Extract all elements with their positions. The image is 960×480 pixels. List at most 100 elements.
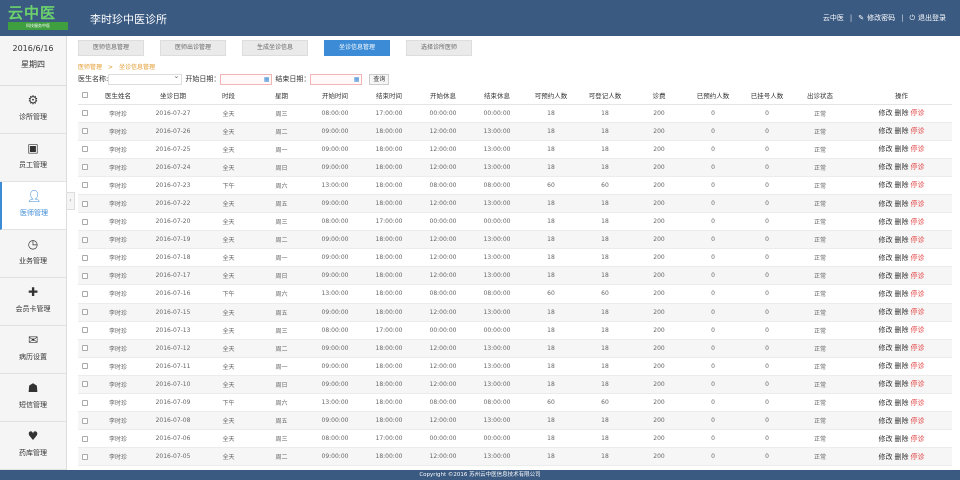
stop-session-link[interactable]: 停诊 <box>911 399 925 407</box>
edit-link[interactable]: 修改 <box>879 109 893 117</box>
stop-session-link[interactable]: 停诊 <box>911 254 925 262</box>
row-checkbox[interactable] <box>82 164 88 171</box>
delete-link[interactable]: 删除 <box>895 308 909 316</box>
stop-session-link[interactable]: 停诊 <box>911 181 925 189</box>
stop-session-link[interactable]: 停诊 <box>911 290 925 298</box>
end-date-input[interactable]: ▦ <box>310 73 363 85</box>
delete-link[interactable]: 删除 <box>895 344 909 352</box>
start-date-input[interactable]: ▦ <box>220 73 273 85</box>
change-password-link[interactable]: 修改密码 <box>867 13 895 23</box>
row-checkbox[interactable] <box>82 453 88 460</box>
edit-link[interactable]: 修改 <box>879 218 893 226</box>
query-button[interactable]: 查询 <box>369 73 390 85</box>
row-checkbox[interactable] <box>82 146 88 153</box>
row-checkbox[interactable] <box>82 272 88 279</box>
row-checkbox[interactable] <box>82 435 88 442</box>
edit-link[interactable]: 修改 <box>879 399 893 407</box>
stop-session-link[interactable]: 停诊 <box>911 109 925 117</box>
sidebar-item-doctors[interactable]: 👤︎ 医师管理 <box>0 182 66 230</box>
delete-link[interactable]: 删除 <box>895 109 909 117</box>
tab-generate-sessions[interactable]: 生成坐诊信息 <box>242 40 308 56</box>
tab-select-doctor[interactable]: 选择诊所医师 <box>406 40 472 56</box>
select-all-checkbox[interactable] <box>78 87 92 105</box>
delete-link[interactable]: 删除 <box>895 290 909 298</box>
delete-link[interactable]: 删除 <box>895 218 909 226</box>
tab-doctor-schedule[interactable]: 医师出诊管理 <box>160 40 226 56</box>
breadcrumb-parent[interactable]: 医师管理 <box>78 64 102 71</box>
stop-session-link[interactable]: 停诊 <box>911 236 925 244</box>
edit-link[interactable]: 修改 <box>879 326 893 334</box>
stop-session-link[interactable]: 停诊 <box>911 200 925 208</box>
stop-session-link[interactable]: 停诊 <box>911 417 925 425</box>
row-checkbox[interactable] <box>82 345 88 352</box>
delete-link[interactable]: 删除 <box>895 254 909 262</box>
user-name[interactable]: 云中医 <box>823 13 844 23</box>
edit-link[interactable]: 修改 <box>879 236 893 244</box>
delete-link[interactable]: 删除 <box>895 380 909 388</box>
delete-link[interactable]: 删除 <box>895 181 909 189</box>
stop-session-link[interactable]: 停诊 <box>911 435 925 443</box>
stop-session-link[interactable]: 停诊 <box>911 380 925 388</box>
collapse-sidebar-button[interactable]: ‹ <box>67 192 75 210</box>
row-checkbox[interactable] <box>82 363 88 370</box>
row-checkbox[interactable] <box>82 200 88 207</box>
row-checkbox[interactable] <box>82 290 88 297</box>
edit-link[interactable]: 修改 <box>879 163 893 171</box>
row-checkbox[interactable] <box>82 236 88 243</box>
delete-link[interactable]: 删除 <box>895 453 909 461</box>
edit-link[interactable]: 修改 <box>879 435 893 443</box>
delete-link[interactable]: 删除 <box>895 200 909 208</box>
edit-link[interactable]: 修改 <box>879 200 893 208</box>
stop-session-link[interactable]: 停诊 <box>911 453 925 461</box>
logout-link[interactable]: 退出登录 <box>918 13 946 23</box>
delete-link[interactable]: 删除 <box>895 236 909 244</box>
delete-link[interactable]: 删除 <box>895 362 909 370</box>
stop-session-link[interactable]: 停诊 <box>911 218 925 226</box>
sidebar-item-business[interactable]: ◷ 业务管理 <box>0 230 66 278</box>
sidebar-item-staff[interactable]: ▣ 员工管理 <box>0 134 66 182</box>
edit-link[interactable]: 修改 <box>879 417 893 425</box>
row-checkbox[interactable] <box>82 309 88 316</box>
stop-session-link[interactable]: 停诊 <box>911 272 925 280</box>
edit-link[interactable]: 修改 <box>879 181 893 189</box>
row-checkbox[interactable] <box>82 381 88 388</box>
row-checkbox[interactable] <box>82 128 88 135</box>
sidebar-item-records[interactable]: ✉ 病历设置 <box>0 326 66 374</box>
sidebar-item-pharmacy[interactable]: ♥ 药库管理 <box>0 422 66 470</box>
row-checkbox[interactable] <box>82 182 88 189</box>
edit-link[interactable]: 修改 <box>879 127 893 135</box>
sidebar-item-sms[interactable]: ☗ 短信管理 <box>0 374 66 422</box>
stop-session-link[interactable]: 停诊 <box>911 163 925 171</box>
delete-link[interactable]: 删除 <box>895 326 909 334</box>
edit-link[interactable]: 修改 <box>879 380 893 388</box>
stop-session-link[interactable]: 停诊 <box>911 344 925 352</box>
stop-session-link[interactable]: 停诊 <box>911 308 925 316</box>
edit-link[interactable]: 修改 <box>879 254 893 262</box>
edit-link[interactable]: 修改 <box>879 290 893 298</box>
edit-link[interactable]: 修改 <box>879 344 893 352</box>
delete-link[interactable]: 删除 <box>895 399 909 407</box>
edit-link[interactable]: 修改 <box>879 362 893 370</box>
checkbox[interactable] <box>82 92 88 99</box>
delete-link[interactable]: 删除 <box>895 272 909 280</box>
row-checkbox[interactable] <box>82 218 88 225</box>
row-checkbox[interactable] <box>82 254 88 261</box>
row-checkbox[interactable] <box>82 417 88 424</box>
stop-session-link[interactable]: 停诊 <box>911 326 925 334</box>
delete-link[interactable]: 删除 <box>895 435 909 443</box>
doctor-name-select[interactable] <box>108 72 183 85</box>
edit-link[interactable]: 修改 <box>879 308 893 316</box>
sidebar-item-clinic[interactable]: ⚙ 诊所管理 <box>0 86 66 134</box>
edit-link[interactable]: 修改 <box>879 453 893 461</box>
stop-session-link[interactable]: 停诊 <box>911 145 925 153</box>
edit-link[interactable]: 修改 <box>879 145 893 153</box>
stop-session-link[interactable]: 停诊 <box>911 127 925 135</box>
tab-session-management[interactable]: 坐诊信息管理 <box>324 40 390 56</box>
delete-link[interactable]: 删除 <box>895 417 909 425</box>
tab-doctor-info[interactable]: 医师信息管理 <box>78 40 144 56</box>
stop-session-link[interactable]: 停诊 <box>911 362 925 370</box>
delete-link[interactable]: 删除 <box>895 145 909 153</box>
sidebar-item-member-card[interactable]: ✚ 会员卡管理 <box>0 278 66 326</box>
delete-link[interactable]: 删除 <box>895 163 909 171</box>
row-checkbox[interactable] <box>82 327 88 334</box>
